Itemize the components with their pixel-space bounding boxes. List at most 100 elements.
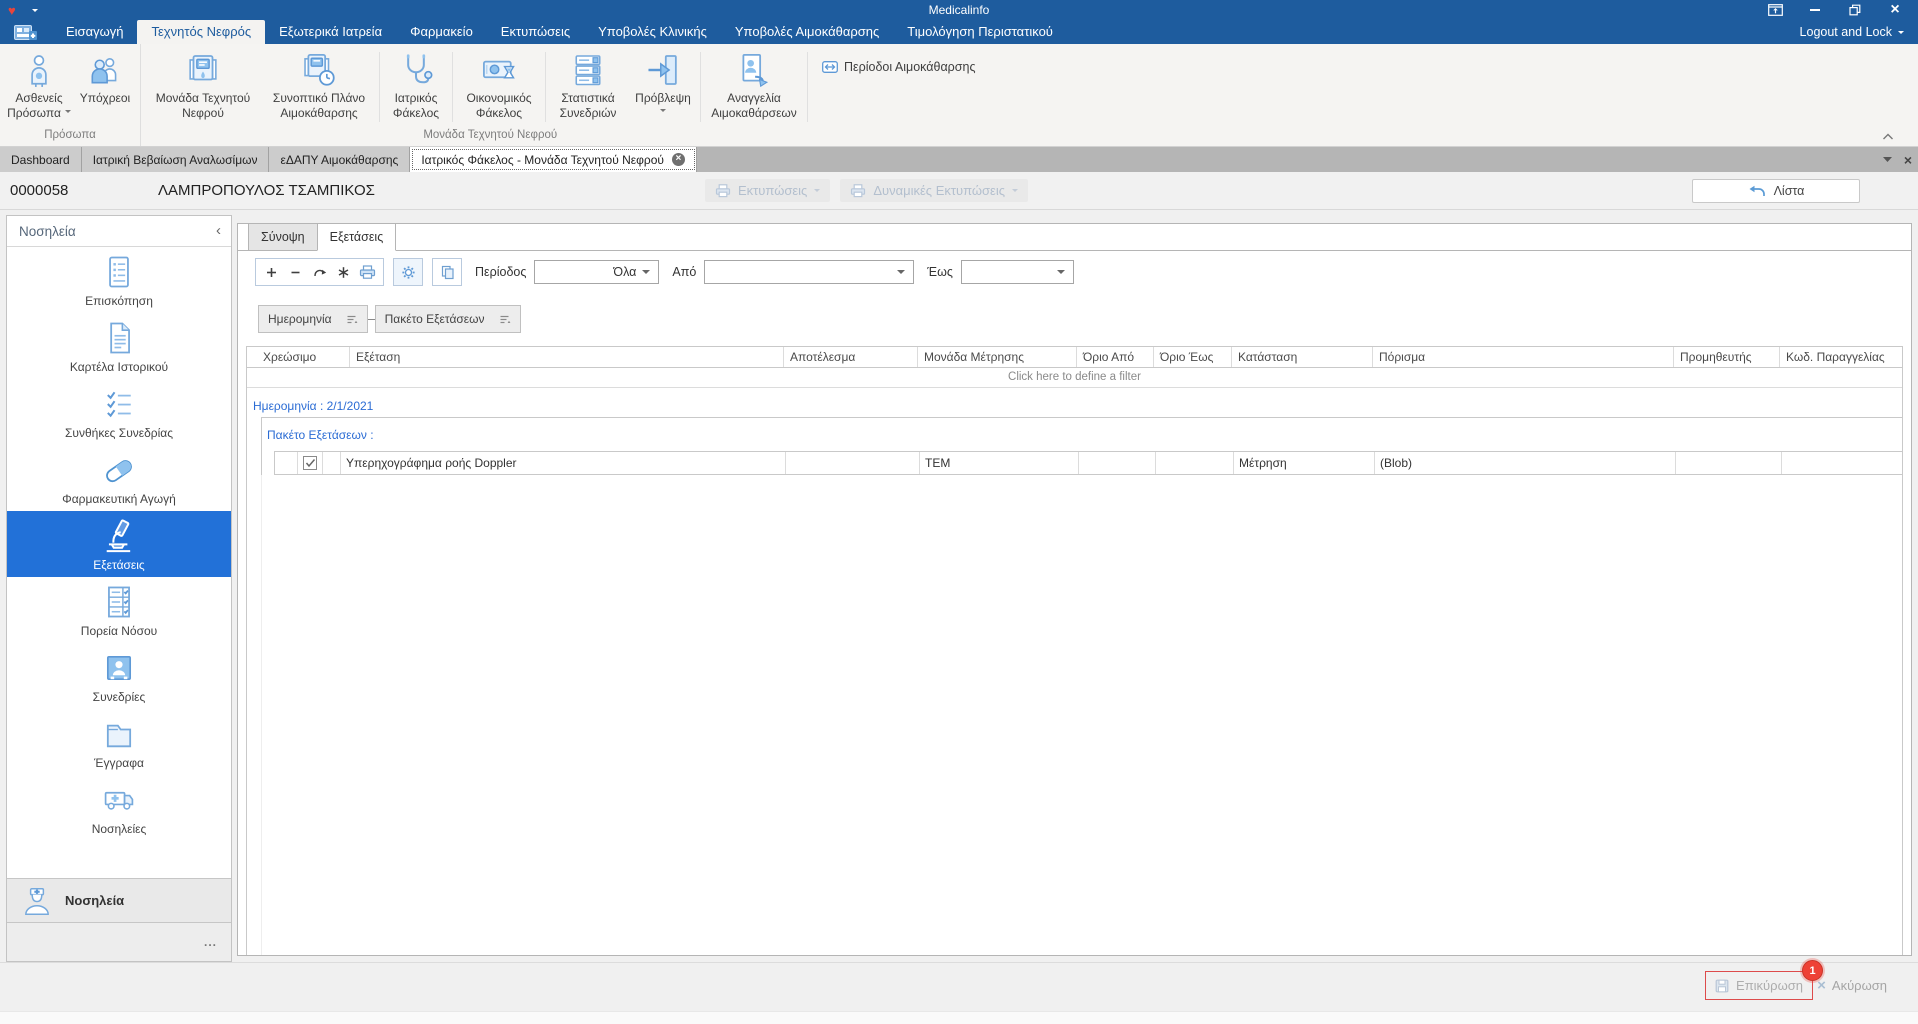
confirm-button[interactable]: Επικύρωση 1: [1705, 960, 1823, 1000]
table-row[interactable]: Υπερηχογράφημα ροής Doppler ΤΕΜ Μέτρηση …: [275, 452, 1902, 475]
from-date-combobox[interactable]: [704, 260, 915, 284]
list-button[interactable]: Λίστα: [1692, 178, 1860, 203]
sidebar-item-label: Νοσηλείες: [91, 821, 147, 836]
obligors-button[interactable]: Υπόχρεοι: [74, 47, 136, 127]
ribbon-tab-eisagogi[interactable]: Εισαγωγή: [52, 20, 137, 44]
sidebar-item-exetaseis[interactable]: Εξετάσεις: [7, 511, 231, 577]
sidebar-footer-nosileia[interactable]: Νοσηλεία: [7, 878, 231, 923]
dialysis-summary-plan-button[interactable]: Συνοπτικό Πλάνο Αιμοκάθαρσης: [261, 47, 377, 127]
close-document-icon[interactable]: ×: [1904, 153, 1912, 167]
ribbon-separator: [545, 52, 546, 122]
restore-icon[interactable]: [1846, 2, 1864, 18]
column-header-apotelesma[interactable]: Αποτέλεσμα: [784, 347, 918, 367]
money-icon: [480, 49, 518, 91]
dock-window-icon[interactable]: [1766, 2, 1784, 18]
financial-record-button[interactable]: Οικονομικός Φάκελος: [455, 47, 543, 127]
sidebar-item-kartela-istorikou[interactable]: Καρτέλα Ιστορικού: [7, 313, 231, 379]
asterisk-icon[interactable]: [333, 261, 354, 283]
billable-cell: [298, 452, 323, 474]
chevron-down-icon: [642, 270, 651, 278]
patients-persons-button[interactable]: Ασθενείς Πρόσωπα: [4, 47, 74, 127]
sidebar-title: Νοσηλεία: [19, 223, 76, 239]
column-header-orio-eos[interactable]: Όριο Έως: [1154, 347, 1232, 367]
package-group-container: Υπερηχογράφημα ροής Doppler ΤΕΜ Μέτρηση …: [274, 451, 1902, 475]
sort-icon: [346, 314, 358, 325]
group-row-package[interactable]: Πακέτο Εξετάσεων :: [262, 418, 1902, 451]
ribbon-tab-ektyposeis[interactable]: Εκτυπώσεις: [487, 20, 584, 44]
dialysis-periods-button[interactable]: Περίοδοι Αιμοκάθαρσης: [822, 59, 975, 75]
column-header-xreosimo[interactable]: Χρεώσιμο: [247, 347, 350, 367]
tab-list-dropdown-icon[interactable]: [1882, 157, 1892, 162]
tab-synopsi[interactable]: Σύνοψη: [248, 224, 318, 250]
print-button-disabled[interactable]: Εκτυπώσεις: [705, 179, 831, 202]
tab-exetaseis[interactable]: Εξετάσεις: [316, 224, 397, 251]
group-chip-paketo-exetaseon[interactable]: Πακέτο Εξετάσεων: [374, 305, 521, 333]
limit-from-cell: [1079, 452, 1156, 474]
sidebar-item-farmakeutiki-agogi[interactable]: Φαρμακευτική Αγωγή: [7, 445, 231, 511]
cancel-button[interactable]: × Ακύρωση: [1811, 971, 1893, 1000]
ribbon-tab-farmakeio[interactable]: Φαρμακείο: [396, 20, 487, 44]
medical-record-button[interactable]: Ιατρικός Φάκελος: [382, 47, 450, 127]
collapse-ribbon-icon[interactable]: [1882, 133, 1894, 141]
ribbon-tab-ypovoles-klinikis[interactable]: Υποβολές Κλινικής: [584, 20, 721, 44]
sidebar-item-eggrafa[interactable]: Έγγραφα: [7, 709, 231, 775]
exams-grid: Χρεώσιμο Εξέταση Αποτέλεσμα Μονάδα Μέτρη…: [246, 346, 1903, 955]
column-header-katastasi[interactable]: Κατάσταση: [1232, 347, 1373, 367]
session-statistics-button[interactable]: Στατιστικά Συνεδριών: [548, 47, 628, 127]
dialysis-unit-button[interactable]: Μονάδα Τεχνητού Νεφρού: [145, 47, 261, 127]
doc-tab-dashboard[interactable]: Dashboard: [0, 147, 82, 172]
patient-icon: [21, 49, 57, 91]
sidebar-item-nosileies[interactable]: Νοσηλείες: [7, 775, 231, 841]
dynamic-print-button-disabled[interactable]: Δυναμικές Εκτυπώσεις: [840, 179, 1029, 202]
footer-bar: Επικύρωση 1 × Ακύρωση: [0, 960, 1918, 1024]
people-icon: [87, 49, 123, 91]
close-icon[interactable]: ×: [1886, 2, 1904, 18]
close-tab-icon[interactable]: ×: [671, 153, 685, 166]
settings-gear-icon[interactable]: [393, 258, 423, 286]
period-combobox[interactable]: Όλα: [534, 260, 660, 284]
chevron-down-icon: [1012, 189, 1019, 195]
to-date-combobox[interactable]: [960, 260, 1074, 284]
collapse-sidebar-icon[interactable]: ‹: [216, 223, 221, 238]
sidebar-items: Επισκόπηση Καρτέλα Ιστορικού Συνθήκες Συ…: [7, 247, 231, 878]
ribbon-tab-texnitos-nefros[interactable]: Τεχνητός Νεφρός: [137, 20, 266, 44]
sidebar-item-episkopisi[interactable]: Επισκόπηση: [7, 247, 231, 313]
column-header-promitheutis[interactable]: Προμηθευτής: [1674, 347, 1780, 367]
sidebar-item-synedries[interactable]: Συνεδρίες: [7, 643, 231, 709]
logout-and-lock-button[interactable]: Logout and Lock: [1800, 25, 1918, 44]
column-header-porisma[interactable]: Πόρισμα: [1373, 347, 1674, 367]
filter-row[interactable]: Click here to define a filter: [247, 368, 1902, 388]
chevron-down-icon: [897, 270, 906, 278]
billable-checkbox[interactable]: [303, 456, 317, 470]
group-chip-imerominia[interactable]: Ημερομηνία: [258, 305, 368, 333]
main-content: Σύνοψη Εξετάσεις Περίοδος Όλα Από Έως Ημ…: [237, 223, 1912, 956]
column-header-orio-apo[interactable]: Όριο Από: [1077, 347, 1154, 367]
doc-tab-edapy[interactable]: εΔΑΠΥ Αιμοκάθαρσης: [269, 147, 411, 172]
finding-cell: (Blob): [1375, 452, 1676, 474]
app-logo-icon[interactable]: [14, 24, 38, 41]
column-header-kod-paraggelias[interactable]: Κωδ. Παραγγελίας: [1780, 347, 1902, 367]
remove-icon[interactable]: [285, 261, 306, 283]
doc-tab-iatriki-vevaiosi[interactable]: Ιατρική Βεβαίωση Αναλωσίμων: [81, 147, 270, 172]
dialysis-announcement-button[interactable]: Αναγγελία Αιμοκαθάρσεων: [703, 47, 805, 127]
group-row-date[interactable]: Ημερομηνία : 2/1/2021: [247, 396, 1902, 417]
forecast-button[interactable]: Πρόβλεψη: [628, 47, 698, 127]
ribbon-tab-ypovoles-aimokatharsis[interactable]: Υποβολές Αιμοκάθαρσης: [721, 20, 893, 44]
sidebar-item-synthikes-synedrias[interactable]: Συνθήκες Συνεδρίας: [7, 379, 231, 445]
doc-tab-iatrikos-fakelos[interactable]: Ιατρικός Φάκελος - Μονάδα Τεχνητού Νεφρο…: [410, 147, 697, 172]
ribbon-tab-timologisi[interactable]: Τιμολόγηση Περιστατικού: [893, 20, 1067, 44]
copy-icon[interactable]: [432, 258, 462, 286]
logout-label: Logout and Lock: [1799, 25, 1892, 39]
sidebar-item-poreia-nosou[interactable]: Πορεία Νόσου: [7, 577, 231, 643]
ribbon-tab-exoterika-iatreia[interactable]: Εξωτερικά Ιατρεία: [265, 20, 396, 44]
print-icon[interactable]: [357, 261, 378, 283]
minimize-icon[interactable]: [1806, 2, 1824, 18]
redo-icon[interactable]: [309, 261, 330, 283]
add-icon[interactable]: [261, 261, 282, 283]
forecast-icon: [644, 49, 682, 91]
group-connector: [367, 318, 375, 320]
column-header-exetasi[interactable]: Εξέταση: [350, 347, 784, 367]
column-header-monada-metrisis[interactable]: Μονάδα Μέτρησης: [918, 347, 1077, 367]
sidebar-overflow-button[interactable]: ...: [7, 923, 231, 961]
exams-toolbar: Περίοδος Όλα Από Έως: [255, 257, 1074, 287]
